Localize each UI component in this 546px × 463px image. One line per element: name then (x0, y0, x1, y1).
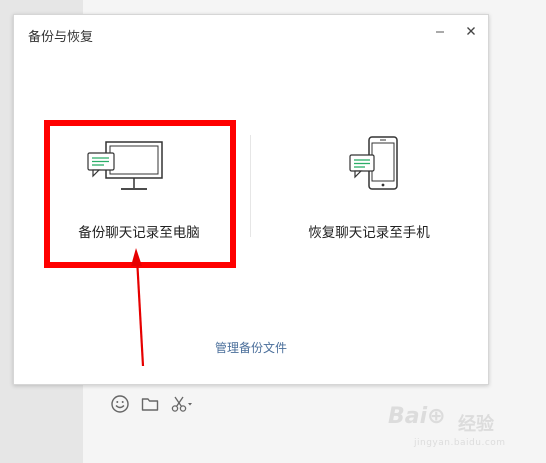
folder-icon[interactable] (140, 394, 160, 414)
scissors-icon[interactable] (170, 394, 196, 414)
baidu-jingyan-watermark: Bai⊕ 经验 jingyan.baidu.com (388, 402, 538, 458)
restore-to-phone-button[interactable]: 恢复聊天记录至手机 (284, 127, 454, 263)
backup-restore-dialog: 备份与恢复 备份聊天记录至电脑 恢复聊天记录至手机 管理备份文件 (13, 14, 489, 385)
phone-chat-icon (347, 135, 407, 203)
restore-to-phone-label: 恢复聊天记录至手机 (308, 225, 430, 241)
minimize-icon[interactable] (432, 23, 448, 39)
manage-backup-files-link[interactable]: 管理备份文件 (14, 339, 488, 356)
watermark-url: jingyan.baidu.com (414, 438, 506, 448)
options-divider (250, 135, 251, 237)
emoji-icon[interactable] (110, 394, 130, 414)
watermark-text: 经验 (458, 414, 494, 435)
watermark-logo: Bai⊕ (388, 404, 446, 429)
computer-chat-icon (84, 139, 168, 199)
backup-to-pc-label: 备份聊天记录至电脑 (78, 225, 200, 241)
close-icon[interactable] (463, 23, 479, 39)
dialog-title: 备份与恢复 (28, 30, 94, 45)
backup-to-pc-button[interactable]: 备份聊天记录至电脑 (54, 127, 224, 263)
